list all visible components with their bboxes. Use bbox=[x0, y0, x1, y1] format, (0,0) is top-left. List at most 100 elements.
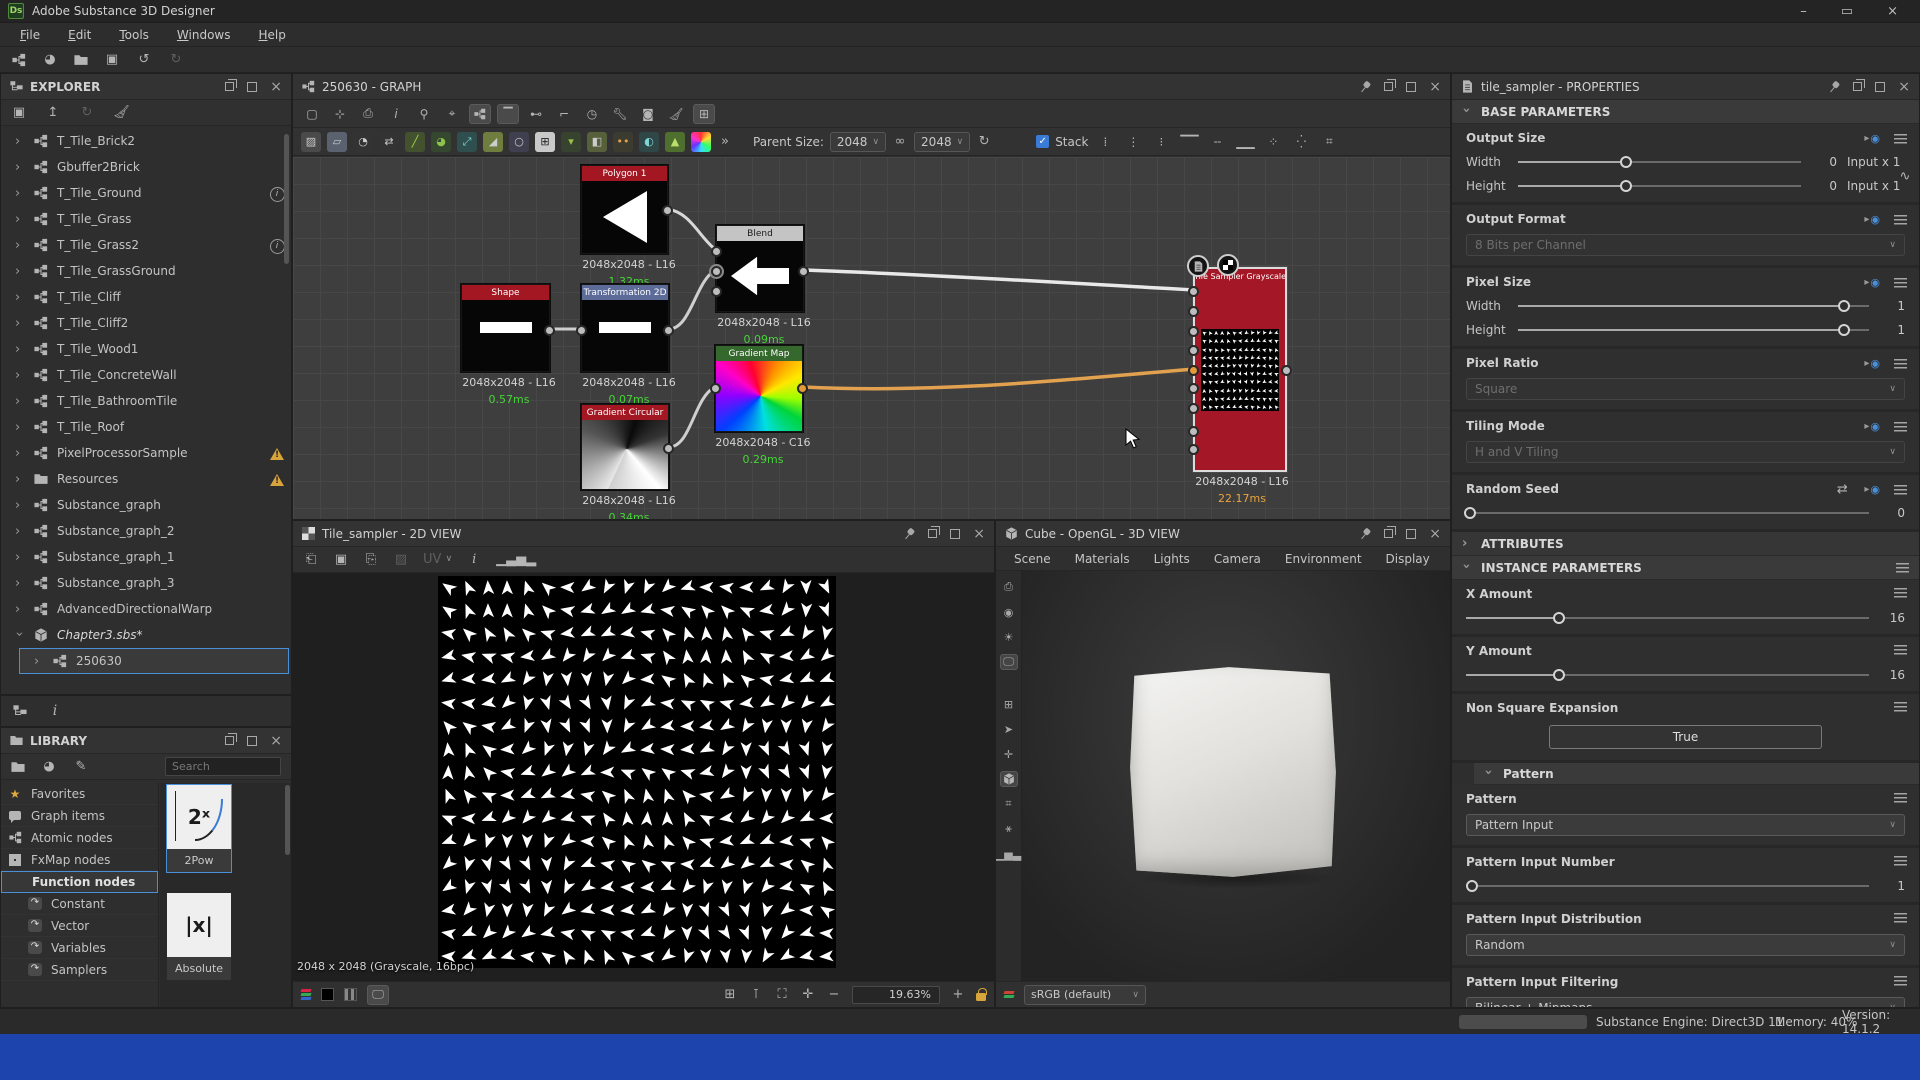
non-square-expansion-toggle[interactable]: True bbox=[1549, 725, 1821, 749]
link-size-icon[interactable]: ∞ bbox=[892, 135, 908, 148]
node-tile-sampler-grayscale[interactable]: Tile Sampler Grayscale 2048x2048 - L16 2… bbox=[1193, 267, 1287, 472]
preset-menu-icon[interactable] bbox=[1894, 215, 1907, 225]
pattern-input-distribution-dropdown[interactable]: Random∨ bbox=[1466, 934, 1905, 956]
preset-menu-icon[interactable] bbox=[1894, 422, 1907, 432]
preset-menu-icon[interactable] bbox=[1894, 359, 1907, 369]
chevron-right-icon[interactable]: › bbox=[15, 368, 25, 383]
tree-item[interactable]: › T_Tile_ConcreteWall bbox=[1, 362, 291, 388]
lighting-icon[interactable]: ☀︎ bbox=[1000, 629, 1018, 645]
input-dot[interactable] bbox=[1188, 444, 1199, 455]
fit-view-icon[interactable]: ⛶︎ bbox=[774, 988, 790, 1001]
export-icon[interactable]: ↥ bbox=[45, 106, 61, 119]
library-search-input[interactable] bbox=[165, 757, 281, 776]
close-panel-icon[interactable]: × bbox=[973, 527, 985, 541]
menu-windows[interactable]: Windows bbox=[163, 25, 245, 45]
tree-item[interactable]: › PixelProcessorSample bbox=[1, 440, 291, 466]
tree-item[interactable]: › T_Tile_Ground bbox=[1, 180, 291, 206]
colorspace-dropdown[interactable]: sRGB (default) ∨ bbox=[1024, 985, 1146, 1005]
chevron-right-icon[interactable]: › bbox=[15, 498, 25, 513]
preset-menu-icon[interactable] bbox=[1894, 588, 1907, 598]
preset-menu-icon[interactable] bbox=[1894, 278, 1907, 288]
output-usage-badge[interactable] bbox=[1187, 255, 1209, 277]
library-category[interactable]: ★ ↷ Function nodes bbox=[1, 871, 158, 893]
tree-view-icon[interactable] bbox=[13, 704, 27, 718]
uv-grid-icon[interactable]: ⊞ bbox=[1000, 696, 1018, 712]
zoom-out-button[interactable]: − bbox=[826, 988, 842, 1001]
noise-node-icon[interactable]: ▲ bbox=[665, 132, 685, 152]
chevron-right-icon[interactable]: › bbox=[15, 602, 25, 617]
input-dot[interactable] bbox=[1188, 345, 1199, 356]
screenshot-icon[interactable]: ⎙ bbox=[357, 104, 379, 124]
uv-overlay-dropdown[interactable]: UV ∨ bbox=[423, 553, 452, 566]
input-dot[interactable] bbox=[711, 266, 722, 277]
tree-item[interactable]: › T_Tile_GrassGround bbox=[1, 258, 291, 284]
pattern-dropdown[interactable]: Pattern Input∨ bbox=[1466, 814, 1905, 836]
chevron-right-icon[interactable]: › bbox=[15, 472, 25, 487]
reset-size-icon[interactable]: ↻ bbox=[976, 135, 992, 148]
x-amount-slider[interactable]: 16 bbox=[1466, 611, 1905, 625]
display-filter-icon[interactable]: 🖵︎ bbox=[367, 985, 389, 1005]
maximize-button[interactable]: ▭ bbox=[1841, 4, 1853, 19]
clean-icon[interactable]: 🧹︎ bbox=[113, 106, 130, 119]
material-sphere-icon[interactable]: ◉ bbox=[1000, 604, 1018, 620]
float-panel-icon[interactable] bbox=[1853, 82, 1862, 91]
distribute-h-icon[interactable]: ⁘ bbox=[1262, 132, 1284, 152]
input-dot[interactable] bbox=[1188, 286, 1199, 297]
chevron-right-icon[interactable]: › bbox=[15, 420, 25, 435]
channel-shuffle-icon[interactable]: ⇄ bbox=[379, 132, 399, 152]
thumbnails-scrollbar[interactable] bbox=[285, 785, 290, 855]
maximize-panel-icon[interactable] bbox=[1406, 529, 1416, 539]
output-width-slider[interactable]: Width 0 Input x 1 bbox=[1466, 155, 1905, 169]
stack-checkbox[interactable]: ✓ bbox=[1036, 135, 1049, 148]
preset-menu-icon[interactable] bbox=[1894, 913, 1907, 923]
tree-item[interactable]: › T_Tile_BathroomTile bbox=[1, 388, 291, 414]
align-middle-icon[interactable]: ╌ bbox=[1206, 132, 1228, 152]
new-package-icon[interactable]: ◕ bbox=[42, 53, 58, 66]
chevron-right-icon[interactable]: › bbox=[15, 316, 25, 331]
flood-fill-icon[interactable]: ▾ bbox=[561, 132, 581, 152]
move-tool-icon[interactable]: ✛︎ bbox=[1000, 746, 1018, 762]
comment-frame-icon[interactable]: ▔ bbox=[497, 104, 519, 124]
input-dot[interactable] bbox=[1188, 365, 1199, 376]
pixel-height-slider[interactable]: Height 1 bbox=[1466, 323, 1905, 337]
chevron-right-icon[interactable]: › bbox=[34, 654, 44, 669]
stack-compact-icon[interactable]: ⁝ bbox=[1150, 132, 1172, 152]
fit-1-1-icon[interactable]: ⊺ bbox=[748, 988, 764, 1001]
gradient-node-icon[interactable]: ◐ bbox=[639, 132, 659, 152]
library-item-2pow[interactable]: 2ˣ 2Pow bbox=[166, 784, 232, 873]
output-dot[interactable] bbox=[544, 325, 555, 336]
chevron-right-icon[interactable]: › bbox=[15, 186, 25, 201]
pin-panel-icon[interactable] bbox=[1826, 78, 1843, 95]
library-category[interactable]: ★ ↷ Favorites bbox=[1, 783, 158, 805]
chevron-right-icon[interactable]: › bbox=[15, 264, 25, 279]
save-all-icon[interactable]: ▣ bbox=[11, 106, 27, 119]
library-category[interactable]: ★ ↷ Variables bbox=[1, 937, 158, 959]
scene-select-icon[interactable]: ⎙ bbox=[1000, 579, 1018, 595]
preset-menu-icon[interactable] bbox=[1894, 976, 1907, 986]
chevron-right-icon[interactable]: › bbox=[15, 576, 25, 591]
background-pattern-swatch[interactable] bbox=[344, 988, 357, 1001]
function-icon[interactable]: ▸◉ bbox=[1864, 132, 1880, 145]
tree-item[interactable]: › T_Tile_Cliff2 bbox=[1, 310, 291, 336]
tree-item[interactable]: › Substance_graph_1 bbox=[1, 544, 291, 570]
zoom-lock-icon[interactable] bbox=[976, 993, 986, 1001]
blend-node-icon[interactable]: ◔ bbox=[353, 132, 373, 152]
maximize-panel-icon[interactable] bbox=[247, 82, 257, 92]
copy-image-icon[interactable]: ⎘ bbox=[363, 553, 379, 566]
input-dot[interactable] bbox=[1188, 306, 1199, 317]
menu-environment[interactable]: Environment bbox=[1275, 550, 1372, 568]
scatter-node-icon[interactable]: •• bbox=[613, 132, 633, 152]
edit-filter-icon[interactable]: ✎ bbox=[73, 760, 89, 773]
stack-vertical-icon[interactable]: ⁞ bbox=[1094, 132, 1116, 152]
compact-nodes-icon[interactable] bbox=[469, 104, 491, 124]
stats-icon[interactable]: ▁▅▃ bbox=[1000, 846, 1018, 862]
display-mode-icon[interactable]: 🖵︎ bbox=[1000, 654, 1018, 670]
curve-node-icon[interactable]: ╱ bbox=[405, 132, 425, 152]
transform-node-icon[interactable]: ⤢ bbox=[457, 132, 477, 152]
snap-together-icon[interactable]: ⌗ bbox=[1318, 132, 1340, 152]
function-icon[interactable]: ▸◉ bbox=[1864, 213, 1880, 226]
function-icon[interactable]: ▸◉ bbox=[1864, 483, 1880, 496]
preset-menu-icon[interactable] bbox=[1894, 856, 1907, 866]
library-category[interactable]: ★ ↷ Samplers bbox=[1, 959, 158, 981]
library-category[interactable]: ★ ↷ Constant bbox=[1, 893, 158, 915]
